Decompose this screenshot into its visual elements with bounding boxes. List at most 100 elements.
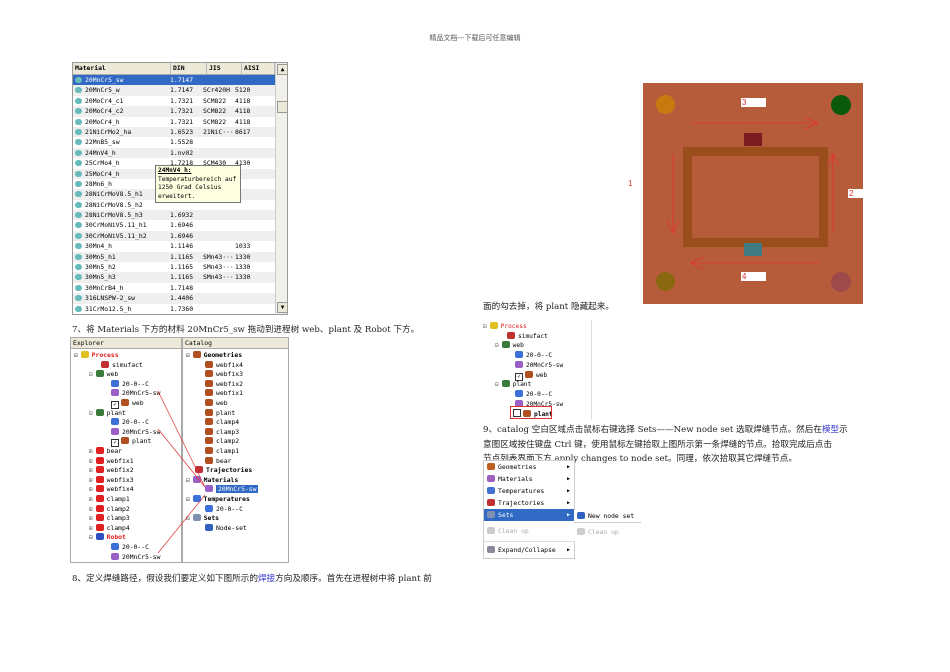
- tree-item[interactable]: ⊟ plant: [89, 408, 126, 419]
- tree-item[interactable]: webfix3: [205, 370, 243, 380]
- scrollbar[interactable]: ▲ ▼: [275, 63, 287, 314]
- tree-item[interactable]: ⊟ Temperatures: [186, 495, 250, 505]
- tree-item[interactable]: Trajectories: [195, 466, 252, 476]
- column-header-aisi[interactable]: AISI: [242, 63, 275, 74]
- tree-item[interactable]: 20-0--C: [205, 504, 243, 515]
- tree-item[interactable]: ⊞ webfix1: [89, 456, 134, 467]
- tree-item[interactable]: bear: [205, 456, 231, 467]
- expand-toggle-icon[interactable]: ⊞: [89, 515, 93, 522]
- tree-item[interactable]: ⊞ clamp2: [89, 504, 130, 515]
- tree-item[interactable]: webfix1: [205, 389, 243, 399]
- expand-toggle-icon[interactable]: ⊞: [89, 486, 93, 493]
- tree-item[interactable]: ⊟ Process: [483, 322, 527, 332]
- scroll-down-button[interactable]: ▼: [277, 302, 287, 313]
- tree-item[interactable]: 20-0--C: [111, 418, 149, 428]
- tree-item[interactable]: clamp1: [205, 447, 239, 457]
- table-row[interactable]: 21NiCrMo2_ha 1.6523 21NiC··· 8617: [73, 126, 287, 138]
- expand-toggle-icon[interactable]: ⊟: [89, 371, 93, 378]
- expand-toggle-icon[interactable]: ⊞: [89, 525, 93, 532]
- table-row[interactable]: 31CrMo12.5_h 1.7360: [73, 304, 287, 314]
- expand-toggle-icon[interactable]: ⊞: [89, 506, 93, 513]
- tree-item[interactable]: 20MnCr5-sw: [111, 389, 160, 399]
- tree-item[interactable]: ⊟ plant: [495, 380, 531, 390]
- welding-link[interactable]: 焊接: [258, 574, 275, 584]
- tree-item[interactable]: simufact: [507, 331, 548, 342]
- table-row[interactable]: 22MnB5_sw 1.5528: [73, 137, 287, 147]
- menu-item-trajectories[interactable]: Trajectories ▶: [484, 497, 574, 509]
- tree-item[interactable]: ⊞ clamp1: [89, 495, 130, 505]
- expand-toggle-icon[interactable]: ⊟: [186, 515, 190, 522]
- tree-item[interactable]: clamp2: [205, 437, 239, 447]
- expand-toggle-icon[interactable]: ⊟: [74, 352, 78, 359]
- table-row[interactable]: 31CrMo12_h41.8515: [73, 313, 287, 314]
- column-header-material[interactable]: Material: [73, 63, 171, 74]
- tree-item[interactable]: 20MnCr5-sw: [515, 360, 563, 371]
- tree-item[interactable]: clamp3: [205, 427, 239, 438]
- column-header-din[interactable]: DIN: [171, 63, 207, 74]
- expand-toggle-icon[interactable]: ⊞: [89, 448, 93, 455]
- table-row[interactable]: 20MnCr5_sw 1.7147: [73, 75, 287, 86]
- scroll-thumb[interactable]: [277, 101, 287, 113]
- tree-item[interactable]: ⊟ web: [495, 341, 524, 351]
- tree-item[interactable]: webfix2: [205, 379, 243, 390]
- tree-item[interactable]: ⊞ webfix2: [89, 466, 134, 476]
- tree-item[interactable]: ⊟ Sets: [186, 514, 219, 524]
- tree-item[interactable]: ✓ plant: [111, 437, 151, 448]
- expand-toggle-icon[interactable]: ⊟: [89, 410, 93, 417]
- tree-item[interactable]: clamp4: [205, 418, 239, 428]
- table-row[interactable]: 30Mn5_h1 1.1165 SMn43··· 1330: [73, 251, 287, 263]
- table-row[interactable]: 30Mn4_h 1.1146 1033: [73, 241, 287, 251]
- table-row[interactable]: 20MoCr4_c2 1.7321 SCM822 4118: [73, 106, 287, 117]
- tree-item[interactable]: Node-set: [205, 523, 247, 534]
- tree-item[interactable]: ⊟ Materials: [186, 475, 238, 486]
- tree-item[interactable]: ⊞ bear: [89, 447, 122, 457]
- table-row[interactable]: 20MnCr5_w 1.7147 SCr420H 5120: [73, 85, 287, 96]
- tree-item[interactable]: ⊞ webfix3: [89, 475, 134, 486]
- menu-item-materials[interactable]: Materials ▶: [484, 473, 574, 485]
- tree-item[interactable]: ⊞ webfix4: [89, 485, 134, 495]
- expand-toggle-icon[interactable]: ⊞: [89, 496, 93, 503]
- column-header-jis[interactable]: JIS: [207, 63, 242, 74]
- expand-toggle-icon[interactable]: ⊟: [186, 496, 190, 503]
- expand-toggle-icon[interactable]: ⊞: [89, 458, 93, 465]
- table-row[interactable]: 30Mn5_h3 1.1165 SMn43··· 1330: [73, 272, 287, 283]
- menu-item-new-node-set[interactable]: New node set: [574, 510, 641, 523]
- tree-item[interactable]: ⊟ Robot: [89, 533, 126, 543]
- expand-toggle-icon[interactable]: ⊞: [89, 467, 93, 474]
- tree-item[interactable]: 20MnCr5-sw: [111, 552, 160, 563]
- expand-toggle-icon[interactable]: ⊟: [495, 342, 499, 349]
- table-row[interactable]: 30MnCrB4_h 1.7148: [73, 283, 287, 293]
- table-row[interactable]: 20MoCr4_c1 1.7321 SCM822 4118: [73, 96, 287, 106]
- tree-item[interactable]: ⊟ Geometries: [186, 351, 242, 361]
- menu-item-clean-up-sets[interactable]: Clean up: [574, 523, 641, 541]
- tree-item[interactable]: ✓ web: [111, 399, 144, 409]
- tree-item[interactable]: ⊞ clamp4: [89, 523, 130, 534]
- tree-item[interactable]: ✓ web: [515, 370, 547, 381]
- menu-item-temperatures[interactable]: Temperatures ▶: [484, 485, 574, 497]
- tree-item[interactable]: 20-0--C: [515, 389, 552, 400]
- expand-toggle-icon[interactable]: ⊟: [495, 381, 499, 388]
- menu-item-clean-up[interactable]: Clean up: [484, 521, 574, 542]
- expand-toggle-icon[interactable]: ⊟: [186, 477, 190, 484]
- expand-toggle-icon[interactable]: ⊟: [186, 352, 190, 359]
- table-row[interactable]: 30CrMoNiV5.11_h1 1.6946: [73, 220, 287, 230]
- tree-item[interactable]: 20-0--C: [111, 543, 149, 553]
- table-row[interactable]: 30Mn5_h2 1.1165 SMn43··· 1330: [73, 262, 287, 272]
- table-row[interactable]: 24MnV4_h 1.nv02: [73, 147, 287, 159]
- tree-item[interactable]: plant: [205, 408, 235, 419]
- model-link[interactable]: 模型: [822, 425, 839, 435]
- expand-toggle-icon[interactable]: ⊟: [89, 534, 93, 541]
- tree-item[interactable]: ⊟ Process: [74, 351, 119, 361]
- tree-item[interactable]: 20MnCr5-sw: [111, 427, 160, 438]
- tree-item[interactable]: ⊟ web: [89, 370, 118, 380]
- table-row[interactable]: 28NiCrMoV8.5_h3 1.6932: [73, 210, 287, 221]
- expand-toggle-icon[interactable]: ⊟: [483, 323, 487, 330]
- tree-item[interactable]: 20-0--C: [515, 351, 552, 361]
- tree-item[interactable]: 20-0--C: [111, 379, 149, 390]
- tree-item[interactable]: 20MnCr5-sw: [205, 485, 259, 495]
- tree-item[interactable]: webfix4: [205, 360, 243, 371]
- scroll-up-button[interactable]: ▲: [277, 64, 287, 75]
- tree-item[interactable]: ⊞ clamp3: [89, 514, 130, 524]
- menu-item-expand-collapse[interactable]: Expand/Collapse ▶: [484, 542, 574, 558]
- table-row[interactable]: 20MoCr4_h 1.7321 SCM822 4118: [73, 117, 287, 127]
